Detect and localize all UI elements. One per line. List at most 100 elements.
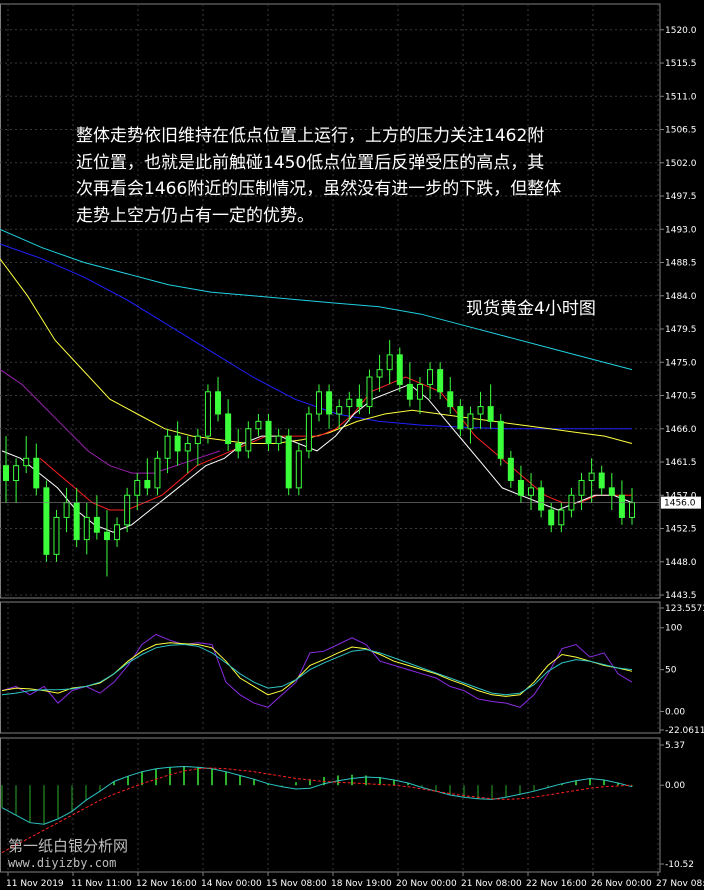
- candle-body: [427, 369, 434, 385]
- y-tick-label: 1443.5: [665, 591, 697, 601]
- candle-body: [164, 435, 171, 459]
- y-tick-label: 1506.5: [665, 126, 697, 136]
- analysis-annotation: 整体走势依旧维持在低点位置上运行，上方的压力关注1462附 近位置，也就是此前触…: [76, 123, 636, 229]
- candle-body: [447, 391, 454, 408]
- y-tick-label: -10.52: [665, 860, 694, 870]
- candle-body: [598, 472, 605, 489]
- candle-body: [124, 494, 131, 526]
- candle-body: [608, 487, 615, 496]
- candle-body: [13, 465, 20, 481]
- candle-body: [225, 413, 232, 445]
- y-tick-label: 123.5573: [665, 604, 704, 614]
- x-tick-label: 20 Nov 00:00: [396, 879, 457, 889]
- candle-body: [154, 457, 161, 489]
- candle-body: [174, 435, 181, 452]
- candle-body: [548, 509, 555, 526]
- candle-body: [305, 413, 312, 452]
- candle-body: [103, 531, 110, 541]
- candle-body: [326, 391, 333, 415]
- y-tick-label: 1461.5: [665, 458, 697, 468]
- y-tick-label: 5.37: [665, 741, 685, 751]
- candle-body: [83, 516, 90, 541]
- y-tick-label: 1466.0: [665, 425, 697, 435]
- current-price-label: 1456.0: [664, 499, 696, 509]
- x-tick-label: 11 Nov 11:00: [71, 879, 132, 889]
- y-tick-label: -22.0611: [665, 726, 704, 736]
- candle-body: [437, 369, 444, 393]
- candle-body: [43, 487, 50, 555]
- candle-body: [275, 435, 282, 445]
- candle-body: [517, 479, 524, 496]
- candle-body: [215, 391, 222, 415]
- candle-body: [73, 502, 80, 541]
- candle-body: [416, 383, 423, 400]
- y-tick-label: 1502.0: [665, 159, 697, 169]
- watermark-name: 第一纸白银分析网: [8, 837, 129, 855]
- chart-subtitle: 现货黄金4小时图: [466, 299, 596, 319]
- candle-body: [528, 487, 535, 496]
- y-tick-label: 1452.5: [665, 525, 697, 535]
- y-tick-label: 1479.5: [665, 325, 697, 335]
- y-tick-label: 1448.0: [665, 558, 697, 568]
- y-tick-label: 1511.0: [665, 92, 697, 102]
- x-tick-label: 18 Nov 19:00: [331, 879, 392, 889]
- annotation-line: 近位置，也就是此前触碰1450低点位置后反弹受压的高点，其: [76, 152, 545, 173]
- candle-body: [144, 479, 151, 489]
- candle-body: [538, 487, 545, 511]
- candle-body: [255, 420, 262, 430]
- y-tick-label: 1515.5: [665, 59, 697, 69]
- candle-body: [134, 479, 141, 496]
- x-tick-label: 12 Nov 16:00: [136, 879, 197, 889]
- candle-body: [63, 502, 70, 518]
- candle-body: [467, 413, 474, 430]
- candle-body: [578, 479, 585, 496]
- candle-body: [487, 406, 494, 422]
- candle-body: [194, 435, 201, 445]
- candle-body: [346, 398, 353, 408]
- candle-body: [366, 376, 373, 408]
- y-tick-label: 1484.0: [665, 292, 697, 302]
- y-tick-label: 50: [665, 666, 677, 676]
- candle-body: [33, 457, 40, 489]
- candle-body: [3, 465, 9, 481]
- candle-body: [204, 391, 211, 437]
- candle-body: [184, 443, 191, 452]
- x-tick-label: 21 Nov 08:00: [461, 879, 522, 889]
- y-tick-label: 0.00: [665, 781, 685, 791]
- annotation-line: 次再看会1466附近的压制情况，虽然没有进一步的下跌，但整体: [76, 179, 562, 199]
- candle-body: [386, 354, 393, 371]
- candle-body: [265, 420, 272, 445]
- y-tick-label: 1488.5: [665, 259, 697, 269]
- y-tick-label: 0.00: [665, 708, 685, 718]
- annotation-line: 整体走势依旧维持在低点位置上运行，上方的压力关注1462附: [76, 126, 545, 146]
- candle-body: [356, 398, 363, 408]
- candle-body: [316, 391, 322, 415]
- candle-body: [497, 420, 504, 459]
- x-tick-label: 27 Nov 08:00: [656, 879, 704, 889]
- x-tick-label: 14 Nov 00:00: [201, 879, 262, 889]
- candle-body: [618, 494, 625, 518]
- candle-body: [114, 524, 121, 541]
- x-tick-label: 26 Nov 00:00: [591, 879, 652, 889]
- y-tick-label: 1493.0: [665, 225, 697, 235]
- candle-body: [235, 443, 242, 452]
- y-tick-label: 1520.0: [665, 26, 697, 36]
- candle-body: [558, 509, 565, 526]
- candle-body: [629, 502, 635, 518]
- x-tick-label: 22 Nov 16:00: [526, 879, 587, 889]
- candle-body: [376, 369, 383, 378]
- candle-body: [457, 406, 464, 430]
- candle-body: [406, 383, 413, 400]
- candle-body: [507, 457, 514, 481]
- candle-body: [23, 457, 30, 467]
- x-tick-label: 11 Nov 2019: [6, 879, 64, 889]
- candle-body: [396, 354, 403, 385]
- candle-body: [477, 406, 484, 415]
- candle-body: [93, 516, 100, 533]
- watermark-url: www.diyizby.com: [8, 856, 117, 870]
- candle-body: [285, 435, 292, 489]
- y-tick-label: 1470.5: [665, 392, 697, 402]
- annotation-line: 走势上空方仍占有一定的优势。: [76, 205, 314, 226]
- candle-body: [588, 472, 595, 481]
- y-tick-label: 1497.5: [665, 192, 697, 202]
